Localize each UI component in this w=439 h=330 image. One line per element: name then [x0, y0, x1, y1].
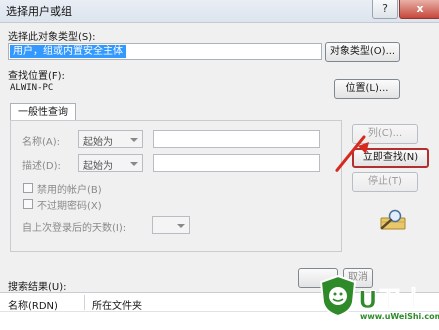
watermark-url: www.uWeiShi.com — [360, 312, 439, 321]
non-expiring-password-checkbox[interactable] — [23, 199, 33, 209]
description-input[interactable] — [153, 154, 320, 172]
window-title: 选择用户或组 — [6, 5, 72, 18]
title-bar: 选择用户或组 ? x — [0, 0, 439, 23]
object-type-label: 选择此对象类型(S): — [8, 32, 96, 43]
locations-button[interactable]: 位置(L)... — [334, 79, 400, 99]
location-label: 查找位置(F): — [8, 71, 65, 82]
search-results-label: 搜索结果(U): — [8, 282, 67, 293]
disabled-accounts-label: 禁用的帐户(B) — [37, 185, 102, 196]
description-mode-select[interactable]: 起始为 — [78, 154, 143, 172]
chevron-down-icon — [130, 162, 138, 166]
chevron-down-icon — [177, 224, 185, 228]
location-value: ALWIN-PC — [10, 83, 54, 93]
tab-common-queries[interactable]: 一般性查询 — [10, 103, 76, 121]
search-folder-icon — [380, 209, 406, 230]
close-icon: x — [416, 2, 424, 15]
annotation-arrow-head-icon — [358, 142, 369, 154]
shield-logo-icon — [319, 274, 357, 318]
column-header-folder[interactable]: 所在文件夹 — [92, 297, 142, 312]
days-since-logon-select[interactable] — [152, 216, 190, 234]
watermark-logo: U卫士 www.uWeiShi.com — [318, 270, 439, 330]
description-label: 描述(D): — [22, 161, 61, 172]
days-since-logon-label: 自上次登录后的天数(I): — [22, 223, 127, 234]
disabled-accounts-checkbox[interactable] — [23, 183, 33, 193]
object-type-value: 用户，组或内置安全主体 — [10, 45, 126, 58]
name-label: 名称(A): — [22, 137, 61, 148]
name-mode-value: 起始为 — [83, 137, 113, 148]
stop-button[interactable]: 停止(T) — [352, 172, 418, 192]
name-input[interactable] — [153, 130, 320, 148]
description-mode-value: 起始为 — [83, 161, 113, 172]
column-header-name[interactable]: 名称(RDN) — [8, 297, 58, 312]
name-mode-select[interactable]: 起始为 — [78, 130, 143, 148]
watermark-brand: U卫士 — [358, 286, 426, 315]
help-button[interactable]: ? — [372, 0, 398, 19]
non-expiring-password-label: 不过期密码(X) — [37, 201, 102, 212]
column-divider[interactable] — [84, 295, 85, 310]
object-types-button[interactable]: 对象类型(O)... — [325, 42, 400, 62]
object-type-field: 用户，组或内置安全主体 — [8, 43, 322, 60]
close-button[interactable]: x — [399, 0, 439, 19]
chevron-down-icon — [130, 138, 138, 142]
